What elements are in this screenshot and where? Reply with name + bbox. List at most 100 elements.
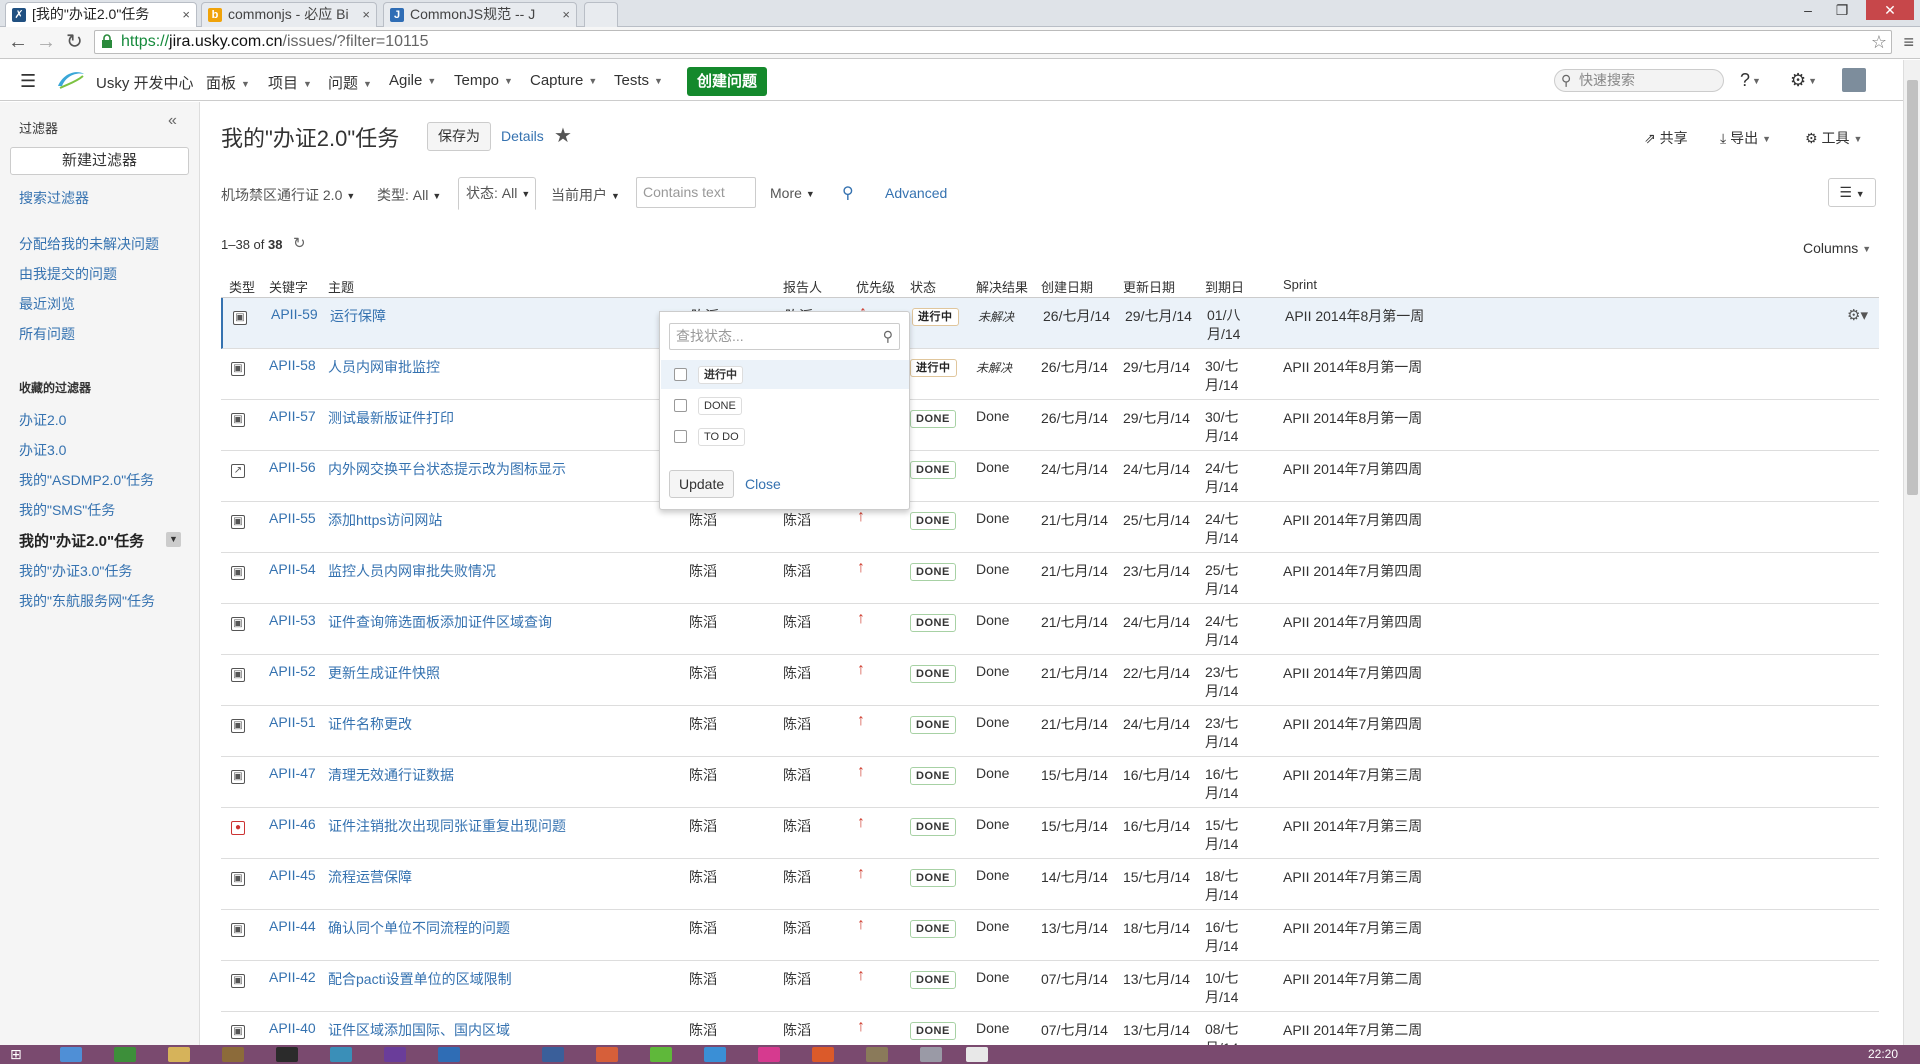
forward-icon[interactable]: →: [36, 31, 56, 53]
status-checkbox[interactable]: [674, 399, 687, 412]
column-header-status[interactable]: 状态: [910, 277, 936, 296]
table-row[interactable]: ▣ APII-52 更新生成证件快照 陈滔 陈滔 ↑ DONE Done 21/七月/14 22/…: [221, 655, 1879, 706]
minimize-icon[interactable]: –: [1792, 0, 1824, 20]
scrollbar-thumb[interactable]: [1907, 80, 1918, 495]
table-row[interactable]: ▣APII-57测试最新版证件打印陈滔陈滔↑DONEDone26/七月/1429…: [221, 400, 1879, 451]
sidebar-item-recently-viewed[interactable]: 最近浏览: [19, 294, 75, 314]
table-row[interactable]: ▣ APII-53 证件查询筛选面板添加证件区域查询 陈滔 陈滔 ↑ DONE Done 21/…: [221, 604, 1879, 655]
issue-summary-link[interactable]: 清理无效通行证数据: [328, 765, 454, 785]
issue-key-link[interactable]: APII-58: [269, 357, 316, 373]
window-close-icon[interactable]: ✕: [1866, 0, 1914, 20]
share-button[interactable]: ⇗ 共享: [1644, 128, 1688, 148]
close-tab-icon[interactable]: ×: [562, 3, 570, 26]
taskbar-app-icon[interactable]: [438, 1047, 460, 1062]
sidebar-fav-filter[interactable]: 我的"ASDMP2.0"任务: [19, 470, 154, 490]
taskbar-app-icon[interactable]: [596, 1047, 618, 1062]
issue-key-link[interactable]: APII-52: [269, 663, 316, 679]
nav-tests[interactable]: Tests ▼: [614, 72, 663, 89]
column-header-priority[interactable]: 优先级: [856, 277, 895, 296]
taskbar-app-icon[interactable]: [60, 1047, 82, 1062]
windows-start-icon[interactable]: ⊞: [10, 1047, 28, 1062]
column-header-key[interactable]: 关键字: [269, 277, 308, 296]
contains-text-input[interactable]: Contains text: [636, 177, 756, 208]
search-icon[interactable]: ⚲: [842, 183, 854, 203]
taskbar-app-icon[interactable]: [222, 1047, 244, 1062]
issue-summary-link[interactable]: 监控人员内网审批失败情况: [328, 561, 496, 581]
issue-summary-link[interactable]: 测试最新版证件打印: [328, 408, 454, 428]
url-field[interactable]: https://jira.usky.com.cn/issues/?filter=…: [94, 30, 1892, 54]
taskbar-app-icon[interactable]: [920, 1047, 942, 1062]
create-issue-button[interactable]: 创建问题: [687, 67, 768, 96]
back-icon[interactable]: ←: [8, 31, 28, 53]
issue-summary-link[interactable]: 确认同个单位不同流程的问题: [328, 918, 510, 938]
taskbar-app-icon[interactable]: [542, 1047, 564, 1062]
issue-key-link[interactable]: APII-56: [269, 459, 316, 475]
taskbar-app-icon[interactable]: [704, 1047, 726, 1062]
criteria-type[interactable]: 类型: All ▼: [377, 185, 441, 205]
sidebar-item-reported-by-me[interactable]: 由我提交的问题: [19, 264, 117, 284]
taskbar-app-icon[interactable]: [276, 1047, 298, 1062]
sidebar-fav-filter[interactable]: 我的"东航服务网"任务: [19, 591, 155, 611]
column-header-type[interactable]: 类型: [229, 277, 255, 296]
new-filter-button[interactable]: 新建过滤器: [10, 147, 189, 175]
table-row[interactable]: ▣ APII-42 配合pacti设置单位的区域限制 陈滔 陈滔 ↑ DONE Done 07/…: [221, 961, 1879, 1012]
sidebar-fav-filter[interactable]: 办证2.0: [19, 410, 66, 430]
collapse-sidebar-icon[interactable]: «: [168, 112, 177, 130]
advanced-search-link[interactable]: Advanced: [885, 185, 947, 201]
status-checkbox[interactable]: [674, 368, 687, 381]
browser-menu-icon[interactable]: ≡: [1903, 32, 1914, 53]
issue-summary-link[interactable]: 更新生成证件快照: [328, 663, 440, 683]
table-row[interactable]: ▣ APII-51 证件名称更改 陈滔 陈滔 ↑ DONE Done 21/七月/14 24/七月…: [221, 706, 1879, 757]
taskbar-clock[interactable]: 22:20: [1868, 1047, 1898, 1061]
table-row[interactable]: ▣APII-59运行保障陈滔陈滔↑进行中未解决26/七月/1429/七月/140…: [221, 298, 1879, 349]
browser-tab[interactable]: J CommonJS规范 -- J ×: [383, 2, 577, 27]
taskbar-app-icon[interactable]: [758, 1047, 780, 1062]
column-header-resolution[interactable]: 解决结果: [976, 277, 1028, 296]
taskbar-app-icon[interactable]: [650, 1047, 672, 1062]
issue-key-link[interactable]: APII-47: [269, 765, 316, 781]
criteria-assignee[interactable]: 当前用户 ▼: [551, 185, 620, 205]
column-header-due[interactable]: 到期日: [1205, 277, 1244, 296]
browser-tab[interactable]: b commonjs - 必应 Bi ×: [201, 2, 377, 27]
issue-summary-link[interactable]: 添加https访问网站: [328, 510, 442, 530]
gear-icon[interactable]: ⚙ ▼: [1790, 70, 1817, 91]
column-header-sprint[interactable]: Sprint: [1283, 277, 1317, 292]
taskbar-app-icon[interactable]: [866, 1047, 888, 1062]
criteria-status[interactable]: 状态: All ▼: [458, 177, 536, 210]
table-row[interactable]: ● APII-46 证件注销批次出现同张证重复出现问题 陈滔 陈滔 ↑ DONE Done 15…: [221, 808, 1879, 859]
help-icon[interactable]: ? ▼: [1740, 70, 1761, 91]
reload-icon[interactable]: ↻: [66, 31, 83, 53]
maximize-icon[interactable]: ❐: [1826, 0, 1858, 20]
sidebar-item-all-issues[interactable]: 所有问题: [19, 324, 75, 344]
column-header-updated[interactable]: 更新日期: [1123, 277, 1175, 296]
issue-key-link[interactable]: APII-44: [269, 918, 316, 934]
issue-summary-link[interactable]: 证件注销批次出现同张证重复出现问题: [328, 816, 566, 836]
column-header-created[interactable]: 创建日期: [1041, 277, 1093, 296]
nav-agile[interactable]: Agile ▼: [389, 72, 436, 89]
app-switcher-icon[interactable]: ☰: [20, 71, 36, 92]
table-row[interactable]: ▣ APII-55 添加https访问网站 陈滔 陈滔 ↑ DONE Done 21/七月/14…: [221, 502, 1879, 553]
column-header-summary[interactable]: 主题: [328, 277, 354, 296]
close-tab-icon[interactable]: ×: [182, 3, 190, 26]
issue-summary-link[interactable]: 证件名称更改: [328, 714, 412, 734]
nav-tempo[interactable]: Tempo ▼: [454, 72, 513, 89]
taskbar-app-icon[interactable]: [330, 1047, 352, 1062]
details-link[interactable]: Details: [501, 128, 544, 144]
table-row[interactable]: ↗APII-56内外网交换平台状态提示改为图标显示陈滔陈滔↑DONEDone24…: [221, 451, 1879, 502]
table-row[interactable]: ▣ APII-44 确认同个单位不同流程的问题 陈滔 陈滔 ↑ DONE Done 13/七月/…: [221, 910, 1879, 961]
columns-button[interactable]: Columns ▼: [1803, 240, 1871, 256]
issue-key-link[interactable]: APII-55: [269, 510, 316, 526]
bookmark-star-icon[interactable]: ☆: [1871, 31, 1887, 53]
criteria-more[interactable]: More ▼: [770, 185, 815, 201]
issue-key-link[interactable]: APII-40: [269, 1020, 316, 1036]
update-button[interactable]: Update: [669, 470, 735, 498]
favorite-star-icon[interactable]: ★: [554, 123, 572, 148]
table-row[interactable]: ▣ APII-45 流程运营保障 陈滔 陈滔 ↑ DONE Done 14/七月/14 15/七月…: [221, 859, 1879, 910]
issue-key-link[interactable]: APII-53: [269, 612, 316, 628]
table-row[interactable]: ▣APII-58人员内网审批监控陈滔陈滔↑进行中未解决26/七月/1429/七月…: [221, 349, 1879, 400]
taskbar-app-icon[interactable]: [966, 1047, 988, 1062]
issue-summary-link[interactable]: 配合pacti设置单位的区域限制: [328, 969, 512, 989]
sidebar-fav-filter[interactable]: 办证3.0: [19, 440, 66, 460]
issue-summary-link[interactable]: 证件查询筛选面板添加证件区域查询: [328, 612, 552, 632]
status-option[interactable]: 进行中: [661, 360, 909, 389]
